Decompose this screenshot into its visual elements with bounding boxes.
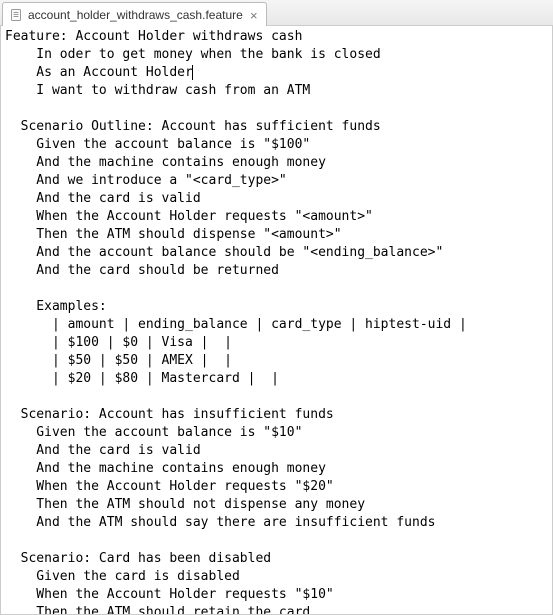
- editor-line: And the machine contains enough money: [5, 154, 548, 172]
- editor-line: And the card is valid: [5, 442, 548, 460]
- editor-line: Scenario: Card has been disabled: [5, 550, 548, 568]
- editor-line: [5, 532, 548, 550]
- editor-line: And the ATM should say there are insuffi…: [5, 514, 548, 532]
- editor-line: And the card should be returned: [5, 262, 548, 280]
- file-tab[interactable]: account_holder_withdraws_cash.feature ×: [2, 2, 267, 28]
- editor-line: Feature: Account Holder withdraws cash: [5, 28, 548, 46]
- editor-line: | $100 | $0 | Visa | |: [5, 334, 548, 352]
- file-icon: [9, 8, 23, 22]
- editor-line: As an Account Holder: [5, 64, 548, 82]
- editor-line: Then the ATM should not dispense any mon…: [5, 496, 548, 514]
- editor-line: Then the ATM should retain the card: [5, 604, 548, 615]
- editor-line: When the Account Holder requests "<amoun…: [5, 208, 548, 226]
- editor-line: [5, 388, 548, 406]
- editor-line: | $20 | $80 | Mastercard | |: [5, 370, 548, 388]
- editor-line: | amount | ending_balance | card_type | …: [5, 316, 548, 334]
- editor-line: [5, 100, 548, 118]
- tab-filename: account_holder_withdraws_cash.feature: [28, 8, 243, 22]
- editor-line: Scenario Outline: Account has sufficient…: [5, 118, 548, 136]
- editor-line: Given the account balance is "$10": [5, 424, 548, 442]
- editor-line: And we introduce a "<card_type>": [5, 172, 548, 190]
- editor-line: In oder to get money when the bank is cl…: [5, 46, 548, 64]
- code-editor[interactable]: Feature: Account Holder withdraws cash I…: [0, 26, 553, 615]
- editor-line: And the card is valid: [5, 190, 548, 208]
- editor-line: Examples:: [5, 298, 548, 316]
- editor-line: [5, 280, 548, 298]
- editor-line: I want to withdraw cash from an ATM: [5, 82, 548, 100]
- editor-line: Then the ATM should dispense "<amount>": [5, 226, 548, 244]
- editor-line: | $50 | $50 | AMEX | |: [5, 352, 548, 370]
- editor-line: Given the account balance is "$100": [5, 136, 548, 154]
- close-icon[interactable]: ×: [248, 9, 260, 21]
- editor-line: When the Account Holder requests "$20": [5, 478, 548, 496]
- editor-line: And the machine contains enough money: [5, 460, 548, 478]
- editor-line: When the Account Holder requests "$10": [5, 586, 548, 604]
- editor-line: Given the card is disabled: [5, 568, 548, 586]
- editor-line: Scenario: Account has insufficient funds: [5, 406, 548, 424]
- tab-bar: account_holder_withdraws_cash.feature ×: [0, 0, 553, 26]
- text-caret: [192, 65, 193, 80]
- editor-line: And the account balance should be "<endi…: [5, 244, 548, 262]
